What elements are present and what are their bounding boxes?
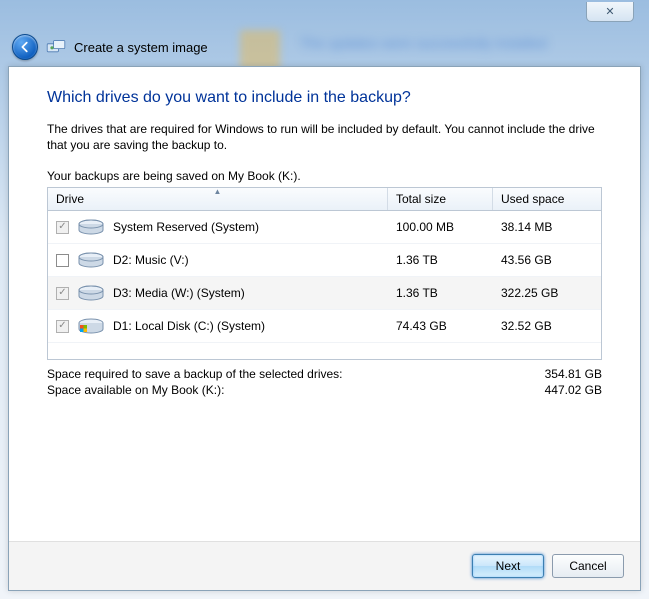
page-heading: Which drives do you want to include in t… — [47, 89, 602, 107]
arrow-left-icon — [18, 40, 32, 54]
drive-total-size: 100.00 MB — [388, 220, 493, 234]
hard-drive-icon — [77, 217, 105, 237]
back-button[interactable] — [12, 34, 38, 60]
drive-checkbox: ✓ — [56, 221, 69, 234]
drives-table: Drive ▲ Total size Used space ✓ System Re… — [47, 187, 602, 360]
table-row[interactable]: ✓ System Reserved (System) 100.00 MB38.14 … — [48, 211, 601, 244]
wizard-content: Which drives do you want to include in t… — [9, 67, 640, 541]
space-required-label: Space required to save a backup of the s… — [47, 367, 343, 381]
space-required-value: 354.81 GB — [545, 367, 602, 381]
drive-checkbox: ✓ — [56, 320, 69, 333]
system-image-icon — [46, 39, 66, 55]
wizard-header: Create a system image — [12, 30, 637, 64]
close-icon: ✕ — [605, 5, 614, 18]
next-button[interactable]: Next — [472, 554, 544, 578]
cancel-button[interactable]: Cancel — [552, 554, 624, 578]
drive-total-size: 74.43 GB — [388, 319, 493, 333]
save-location-text: Your backups are being saved on My Book … — [47, 169, 602, 183]
drive-used-space: 32.52 GB — [493, 319, 601, 333]
drive-total-size: 1.36 TB — [388, 253, 493, 267]
column-header-drive[interactable]: Drive ▲ — [48, 188, 388, 210]
page-description: The drives that are required for Windows… — [47, 121, 602, 153]
drive-used-space: 322.25 GB — [493, 286, 601, 300]
drive-checkbox: ✓ — [56, 287, 69, 300]
drive-checkbox[interactable] — [56, 254, 69, 267]
space-summary: Space required to save a backup of the s… — [47, 366, 602, 398]
table-row[interactable]: ✓ D3: Media (W:) (System) 1.36 TB322.25 GB — [48, 277, 601, 310]
table-row[interactable]: ✓ D1: Local Disk (C:) (System) 74.43 GB32.… — [48, 310, 601, 343]
wizard-footer: Next Cancel — [9, 541, 640, 590]
sort-indicator-icon: ▲ — [214, 187, 222, 196]
drive-label: D1: Local Disk (C:) (System) — [113, 319, 265, 333]
table-header: Drive ▲ Total size Used space — [48, 188, 601, 211]
column-header-total-size[interactable]: Total size — [388, 188, 493, 210]
table-row[interactable]: D2: Music (V:) 1.36 TB43.56 GB — [48, 244, 601, 277]
hard-drive-icon — [77, 283, 105, 303]
drive-label: System Reserved (System) — [113, 220, 259, 234]
space-available-label: Space available on My Book (K:): — [47, 383, 224, 397]
close-button[interactable]: ✕ — [586, 2, 634, 22]
drive-total-size: 1.36 TB — [388, 286, 493, 300]
wizard-title: Create a system image — [74, 40, 208, 55]
hard-drive-icon — [77, 250, 105, 270]
os-drive-icon — [77, 316, 105, 336]
column-header-used-space[interactable]: Used space — [493, 188, 601, 210]
drive-used-space: 43.56 GB — [493, 253, 601, 267]
drive-used-space: 38.14 MB — [493, 220, 601, 234]
drive-label: D2: Music (V:) — [113, 253, 189, 267]
wizard-panel: Which drives do you want to include in t… — [8, 66, 641, 591]
space-available-value: 447.02 GB — [545, 383, 602, 397]
drive-label: D3: Media (W:) (System) — [113, 286, 245, 300]
